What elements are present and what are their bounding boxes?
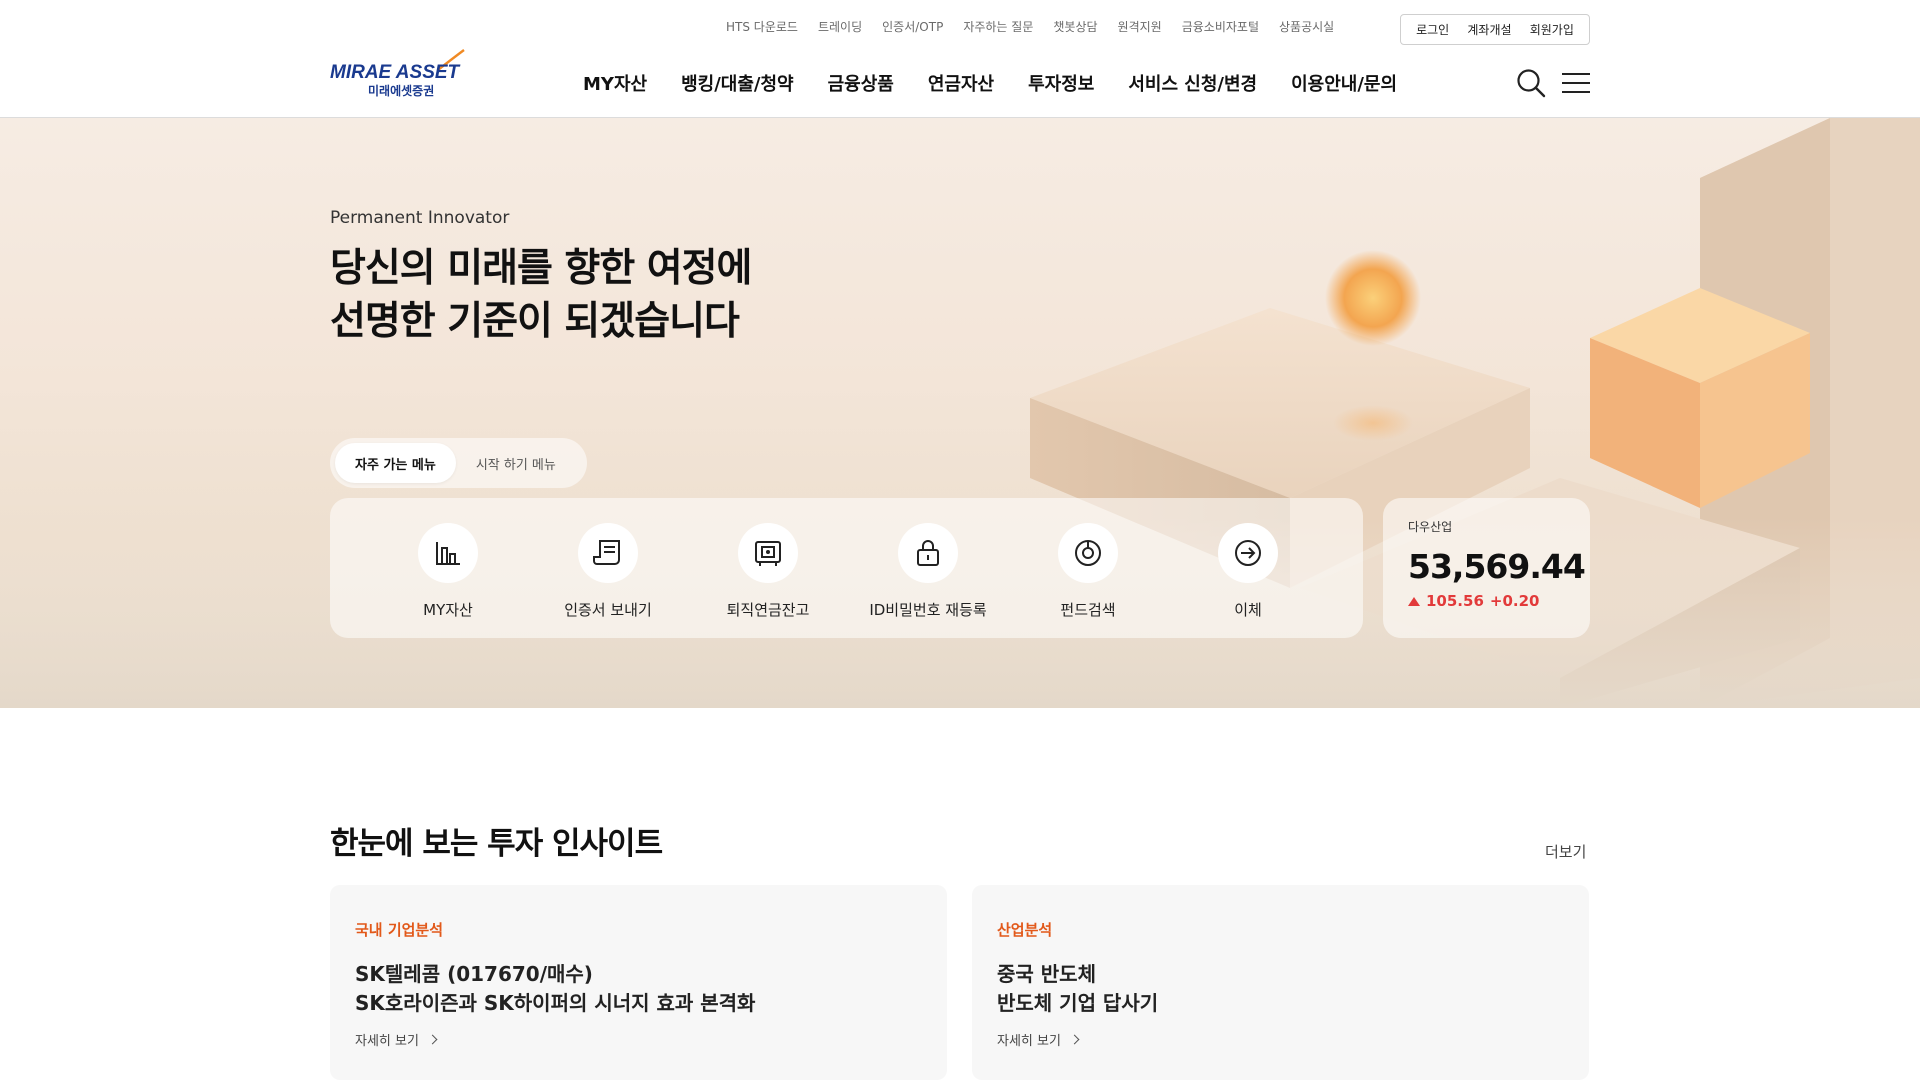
transfer-icon	[1235, 540, 1261, 566]
site-header: HTS 다운로드 트레이딩 인증서/OTP 자주하는 질문 챗봇상담 원격지원 …	[0, 0, 1920, 118]
nav-item-financial-products[interactable]: 금융상품	[828, 70, 894, 96]
quick-item-reset-password[interactable]: ID비밀번호 재등록	[848, 498, 1008, 638]
quick-menu-panel: MY자산 인증서 보내기 퇴직연금잔고 ID비밀번호 재등록 펀드검색 이체	[330, 498, 1363, 638]
safe-icon	[755, 541, 781, 566]
card-title: 중국 반도체 반도체 기업 답사기	[997, 960, 1564, 1018]
logo-brand-text: MIRAE ASSET	[330, 62, 461, 83]
hero-headline-line1: 당신의 미래를 향한 여정에	[330, 246, 752, 291]
card-detail-link-label: 자세히 보기	[355, 1034, 419, 1049]
card-detail-link-label: 자세히 보기	[997, 1034, 1061, 1049]
util-link-cert-otp[interactable]: 인증서/OTP	[882, 18, 943, 35]
insight-card[interactable]: 산업분석 중국 반도체 반도체 기업 답사기 자세히 보기	[972, 885, 1589, 1080]
logo-brand-ko-text: 미래에셋증권	[368, 83, 434, 98]
chevron-right-icon	[427, 1034, 438, 1045]
market-index-card[interactable]: 다우산업 53,569.44 105.56 +0.20	[1383, 498, 1590, 638]
fund-search-icon	[1075, 540, 1101, 566]
hero-headline: 당신의 미래를 향한 여정에 선명한 기준이 되겠습니다	[330, 242, 752, 348]
quick-item-transfer[interactable]: 이체	[1168, 498, 1328, 638]
card-title: SK텔레콤 (017670/매수) SK호라이즌과 SK하이퍼의 시너지 효과 …	[355, 960, 922, 1018]
hero-tagline: Permanent Innovator	[330, 208, 510, 228]
insight-card[interactable]: 국내 기업분석 SK텔레콤 (017670/매수) SK호라이즌과 SK하이퍼의…	[330, 885, 947, 1080]
quick-item-label: 인증서 보내기	[564, 601, 652, 619]
quick-item-label: ID비밀번호 재등록	[869, 601, 987, 619]
main-nav: MY자산 뱅킹/대출/청약 금융상품 연금자산 투자정보 서비스 신청/변경 이…	[583, 70, 1397, 96]
card-title-line2: SK호라이즌과 SK하이퍼의 시너지 효과 본격화	[355, 991, 756, 1015]
nav-item-help[interactable]: 이용안내/문의	[1291, 70, 1397, 96]
utility-links: HTS 다운로드 트레이딩 인증서/OTP 자주하는 질문 챗봇상담 원격지원 …	[726, 18, 1334, 35]
quick-item-fund-search[interactable]: 펀드검색	[1008, 498, 1168, 638]
tab-start-menu[interactable]: 시작 하기 메뉴	[456, 443, 576, 483]
bar-chart-icon	[436, 542, 460, 565]
index-change: 105.56 +0.20	[1408, 592, 1565, 610]
quick-item-pension-balance[interactable]: 퇴직연금잔고	[688, 498, 848, 638]
quick-item-my-assets[interactable]: MY자산	[368, 498, 528, 638]
util-link-trading[interactable]: 트레이딩	[818, 18, 862, 35]
util-link-disclosure[interactable]: 상품공시실	[1279, 18, 1334, 35]
nav-item-service-request[interactable]: 서비스 신청/변경	[1128, 70, 1257, 96]
util-link-consumer-portal[interactable]: 금융소비자포털	[1182, 18, 1259, 35]
quick-item-label: MY자산	[423, 601, 473, 619]
index-change-amount: 105.56	[1426, 592, 1484, 610]
card-detail-link[interactable]: 자세히 보기	[997, 1030, 1564, 1049]
index-value: 53,569.44	[1408, 547, 1586, 586]
card-detail-link[interactable]: 자세히 보기	[355, 1030, 922, 1049]
index-name: 다우산업	[1408, 520, 1453, 534]
open-account-button[interactable]: 계좌개설	[1467, 21, 1511, 38]
hero-section: Permanent Innovator 당신의 미래를 향한 여정에 선명한 기…	[0, 118, 1920, 708]
auth-box: 로그인 계좌개설 회원가입	[1400, 14, 1590, 45]
insight-section-title: 한눈에 보는 투자 인사이트	[330, 826, 663, 862]
index-change-rate: +0.20	[1489, 592, 1540, 610]
util-link-hts[interactable]: HTS 다운로드	[726, 18, 798, 35]
util-link-remote[interactable]: 원격지원	[1118, 18, 1162, 35]
util-link-chatbot[interactable]: 챗봇상담	[1053, 18, 1097, 35]
more-link[interactable]: 더보기	[1545, 841, 1586, 862]
card-title-line1: 중국 반도체	[997, 962, 1096, 986]
up-triangle-icon	[1408, 596, 1420, 606]
search-icon[interactable]	[1516, 68, 1546, 98]
quick-item-label: 퇴직연금잔고	[726, 601, 810, 619]
lock-icon	[917, 540, 939, 566]
card-title-line1: SK텔레콤 (017670/매수)	[355, 962, 593, 986]
signup-button[interactable]: 회원가입	[1530, 21, 1574, 38]
tab-frequent-menu[interactable]: 자주 가는 메뉴	[335, 443, 456, 483]
hero-headline-line2: 선명한 기준이 되겠습니다	[330, 299, 740, 344]
certificate-icon	[593, 540, 620, 565]
quick-item-label: 펀드검색	[1060, 601, 1116, 619]
login-button[interactable]: 로그인	[1416, 21, 1449, 38]
quick-item-label: 이체	[1234, 601, 1262, 619]
nav-item-pension[interactable]: 연금자산	[928, 70, 994, 96]
nav-item-banking[interactable]: 뱅킹/대출/청약	[681, 70, 794, 96]
util-link-faq[interactable]: 자주하는 질문	[963, 18, 1033, 35]
quick-menu-tabs: 자주 가는 메뉴 시작 하기 메뉴	[330, 438, 587, 488]
nav-item-investment-info[interactable]: 투자정보	[1028, 70, 1094, 96]
hamburger-menu-icon[interactable]	[1562, 72, 1590, 94]
card-category: 국내 기업분석	[355, 921, 444, 939]
card-title-line2: 반도체 기업 답사기	[997, 991, 1159, 1015]
mirae-asset-logo[interactable]: MIRAE ASSET 미래에셋증권	[330, 48, 466, 100]
quick-item-send-certificate[interactable]: 인증서 보내기	[528, 498, 688, 638]
chevron-right-icon	[1069, 1034, 1080, 1045]
nav-item-my-assets[interactable]: MY자산	[583, 70, 647, 96]
card-category: 산업분석	[997, 921, 1053, 939]
